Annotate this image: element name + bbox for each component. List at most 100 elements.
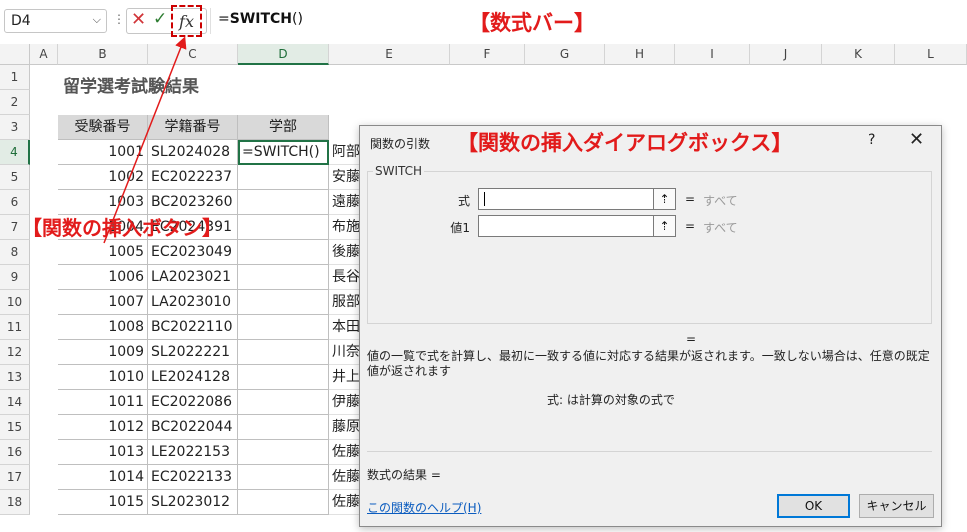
table-cell-faculty[interactable] (238, 365, 329, 390)
arg-input-expression[interactable] (478, 188, 654, 210)
table-cell-id[interactable]: 1010 (58, 365, 148, 390)
table-header-cell[interactable]: 学部 (238, 115, 329, 140)
column-header-g[interactable]: G (525, 44, 605, 65)
table-cell-student[interactable]: EC2022086 (148, 390, 238, 415)
row-header-14[interactable]: 14 (0, 390, 30, 415)
row-header-1[interactable]: 1 (0, 65, 30, 90)
table-cell-id[interactable]: 1009 (58, 340, 148, 365)
table-cell-faculty[interactable] (238, 165, 329, 190)
function-arguments-dialog: 関数の引数 ? ✕ SWITCH 式 ⇡ = すべて 値1 ⇡ = すべて = … (359, 125, 942, 527)
table-cell-student[interactable]: LA2023021 (148, 265, 238, 290)
table-cell-faculty[interactable] (238, 340, 329, 365)
cancel-button[interactable]: キャンセル (859, 494, 934, 518)
table-cell-id[interactable]: 1007 (58, 290, 148, 315)
divider (367, 451, 932, 452)
table-cell-faculty[interactable] (238, 240, 329, 265)
column-header-h[interactable]: H (605, 44, 675, 65)
function-name: SWITCH (373, 164, 425, 178)
column-header-l[interactable]: L (895, 44, 967, 65)
sheet-title: 留学選考試験結果 (63, 77, 199, 97)
table-cell-id[interactable]: 1013 (58, 440, 148, 465)
row-header-2[interactable]: 2 (0, 90, 30, 115)
table-header-cell[interactable]: 受験番号 (58, 115, 148, 140)
row-header-5[interactable]: 5 (0, 165, 30, 190)
table-cell-faculty[interactable] (238, 190, 329, 215)
table-header-cell[interactable]: 学籍番号 (148, 115, 238, 140)
table-cell-id[interactable]: 1002 (58, 165, 148, 190)
table-cell-student[interactable]: LE2024128 (148, 365, 238, 390)
column-header-b[interactable]: B (58, 44, 148, 65)
formula-bar-annotation: 【数式バー】 (469, 11, 595, 35)
table-cell-student[interactable]: EC2022237 (148, 165, 238, 190)
row-header-3[interactable]: 3 (0, 115, 30, 140)
table-cell-id[interactable]: 1005 (58, 240, 148, 265)
argument-description: 式: は計算の対象の式で (547, 393, 675, 407)
table-cell-faculty[interactable] (238, 465, 329, 490)
collapse-dialog-icon[interactable]: ⇡ (653, 188, 676, 210)
column-header-i[interactable]: I (675, 44, 750, 65)
table-cell-id[interactable]: 1011 (58, 390, 148, 415)
row-header-18[interactable]: 18 (0, 490, 30, 515)
table-cell-faculty[interactable] (238, 440, 329, 465)
close-icon[interactable]: ✕ (909, 129, 924, 150)
arg-value-value1: すべて (703, 221, 738, 235)
table-cell-faculty[interactable] (238, 265, 329, 290)
table-cell-id[interactable]: 1015 (58, 490, 148, 515)
more-options-icon[interactable]: ⋮ (113, 12, 125, 26)
table-cell-id[interactable]: 1006 (58, 265, 148, 290)
table-cell-id[interactable]: 1014 (58, 465, 148, 490)
active-cell[interactable]: =SWITCH() (238, 140, 329, 165)
row-header-9[interactable]: 9 (0, 265, 30, 290)
column-header-c[interactable]: C (148, 44, 238, 65)
collapse-dialog-icon[interactable]: ⇡ (653, 215, 676, 237)
chevron-down-icon[interactable]: ⌵ (93, 13, 101, 27)
table-cell-faculty[interactable] (238, 415, 329, 440)
table-cell-id[interactable]: 1001 (58, 140, 148, 165)
fx-icon: fx (179, 11, 194, 31)
column-header-f[interactable]: F (450, 44, 525, 65)
arg-input-value1[interactable] (478, 215, 654, 237)
function-help-link[interactable]: この関数のヘルプ(H) (367, 499, 481, 516)
table-cell-student[interactable]: EC2023049 (148, 240, 238, 265)
column-header-d[interactable]: D (238, 44, 329, 65)
row-header-12[interactable]: 12 (0, 340, 30, 365)
row-header-10[interactable]: 10 (0, 290, 30, 315)
enter-icon[interactable]: ✓ (153, 9, 167, 29)
table-cell-faculty[interactable] (238, 315, 329, 340)
insert-function-button[interactable]: fx (171, 5, 202, 37)
row-header-11[interactable]: 11 (0, 315, 30, 340)
select-all-corner[interactable] (0, 44, 30, 65)
table-cell-student[interactable]: LE2022153 (148, 440, 238, 465)
table-cell-id[interactable]: 1012 (58, 415, 148, 440)
table-cell-faculty[interactable] (238, 290, 329, 315)
row-header-13[interactable]: 13 (0, 365, 30, 390)
row-header-8[interactable]: 8 (0, 240, 30, 265)
result-equals: = (686, 332, 697, 346)
row-header-17[interactable]: 17 (0, 465, 30, 490)
table-cell-student[interactable]: EC2022133 (148, 465, 238, 490)
row-header-15[interactable]: 15 (0, 415, 30, 440)
table-cell-student[interactable]: SL2022221 (148, 340, 238, 365)
column-header-k[interactable]: K (822, 44, 895, 65)
table-cell-id[interactable]: 1008 (58, 315, 148, 340)
column-header-e[interactable]: E (329, 44, 450, 65)
table-cell-student[interactable]: BC2022044 (148, 415, 238, 440)
row-header-4[interactable]: 4 (0, 140, 30, 165)
row-header-16[interactable]: 16 (0, 440, 30, 465)
table-cell-faculty[interactable] (238, 215, 329, 240)
help-icon[interactable]: ? (868, 132, 875, 148)
column-header-j[interactable]: J (750, 44, 822, 65)
name-box[interactable]: D4 ⌵ (4, 9, 107, 33)
table-cell-student[interactable]: SL2023012 (148, 490, 238, 515)
dialog-annotation: 【関数の挿入ダイアログボックス】 (457, 131, 793, 155)
cancel-icon[interactable]: ✕ (131, 9, 146, 30)
table-cell-faculty[interactable] (238, 390, 329, 415)
ok-button[interactable]: OK (777, 494, 850, 518)
column-header-a[interactable]: A (30, 44, 58, 65)
formula-bar-area: D4 ⌵ ⋮ ✕ ✓ fx =SWITCH() 【数式バー】 (0, 0, 967, 44)
name-box-value: D4 (11, 13, 31, 29)
table-cell-student[interactable]: LA2023010 (148, 290, 238, 315)
table-cell-student[interactable]: SL2024028 (148, 140, 238, 165)
table-cell-student[interactable]: BC2022110 (148, 315, 238, 340)
table-cell-faculty[interactable] (238, 490, 329, 515)
